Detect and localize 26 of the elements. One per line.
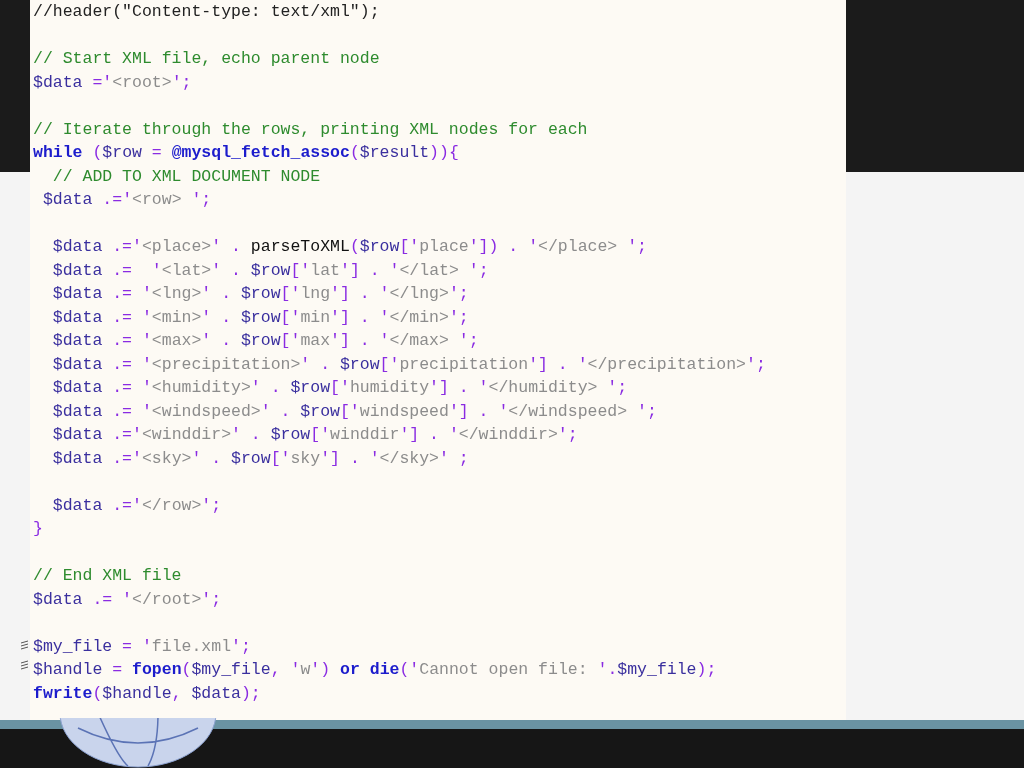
code-line: //header("Content-type: text/xml"); bbox=[33, 1, 380, 23]
code-line: $my_file = 'file.xml'; bbox=[33, 635, 251, 658]
lines-icon bbox=[20, 660, 30, 670]
code-line: // Iterate through the rows, printing XML nodes for each bbox=[33, 118, 588, 141]
code-line: // Start XML file, echo parent node bbox=[33, 48, 380, 70]
code-line: $data .= '<lat>' . $row['lat'] . '</lat> '; bbox=[51, 259, 489, 282]
code-line: $data .='<sky>' . $row['sky'] . '</sky>' ; bbox=[51, 447, 469, 470]
code-line: $data ='<root>'; bbox=[33, 71, 192, 94]
code-line: $data .= '<windspeed>' . $row['windspeed'] . '</windspeed> '; bbox=[51, 400, 657, 423]
code-line: $data .= '<humidity>' . $row['humidity'] . '</humidity> '; bbox=[51, 377, 628, 399]
code-line: // End XML file bbox=[33, 565, 182, 587]
code-line: // ADD TO XML DOCUMENT NODE bbox=[51, 165, 321, 188]
code-line: $data .= '<min>' . $row['min'] . '</min>'; bbox=[51, 306, 469, 329]
code-line: } bbox=[33, 518, 43, 540]
code-line: $handle = fopen($my_file, 'w') or die('Cannot open file: '.$my_file); bbox=[33, 659, 717, 681]
code-line: fwrite($handle, $data); bbox=[33, 682, 261, 705]
code-line: $data .='<winddir>' . $row['winddir'] . '</winddir>'; bbox=[51, 424, 578, 446]
code-line: $data .='<place>' . parseToXML($row['place']) . '</place> '; bbox=[51, 236, 647, 258]
code-line: $data .= '<max>' . $row['max'] . '</max> '; bbox=[51, 330, 479, 352]
code-line: $data .='<row> '; bbox=[41, 189, 212, 211]
code-line: while ($row = @mysql_fetch_assoc($result)){ bbox=[33, 142, 459, 164]
code-line: $data .= '<lng>' . $row['lng'] . '</lng>'; bbox=[51, 283, 469, 305]
lines-icon bbox=[20, 640, 30, 650]
code-line: $data .= '</root>'; bbox=[33, 588, 222, 611]
code-line: $data .= '<precipitation>' . $row['precipitation'] . '</precipitation>'; bbox=[51, 353, 766, 376]
code-line: $data .='</row>'; bbox=[51, 494, 222, 517]
